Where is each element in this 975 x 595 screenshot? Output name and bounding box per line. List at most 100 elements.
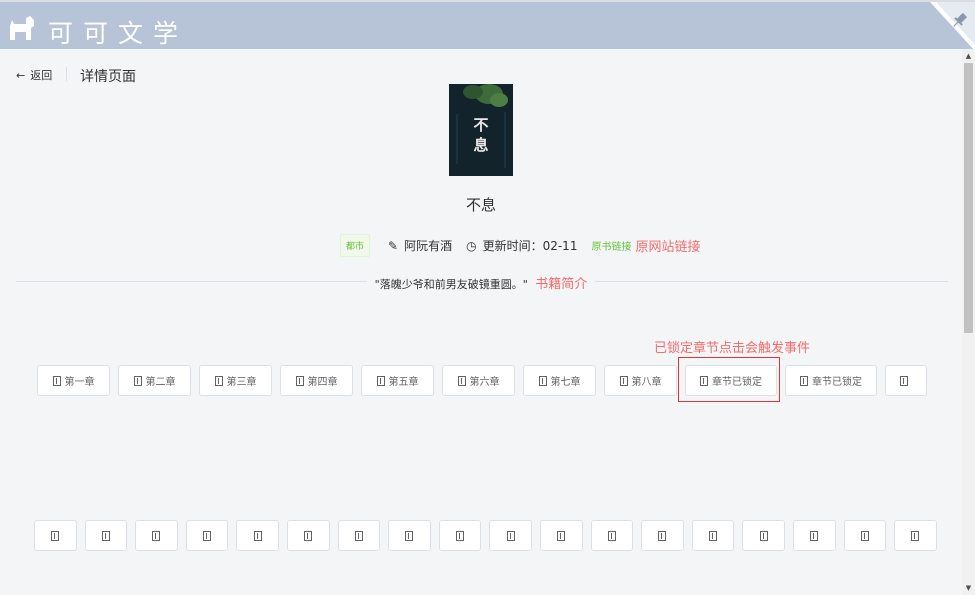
scroll-thumb[interactable]	[964, 63, 973, 333]
intro-annotation: 书籍简介	[535, 277, 588, 292]
chapter-button[interactable]: 第四章	[280, 365, 353, 396]
chapter-button[interactable]	[843, 520, 887, 551]
book-icon	[253, 530, 262, 541]
author-name: 阿阮有酒	[404, 239, 453, 253]
chapter-button[interactable]	[691, 520, 735, 551]
chapter-button[interactable]	[792, 520, 836, 551]
chapter-label: 章节已锁定	[712, 377, 762, 388]
book-icon	[52, 375, 61, 386]
chapter-button[interactable]: 第五章	[361, 365, 434, 396]
site-title[interactable]: 可可文学	[48, 14, 188, 50]
chapter-button[interactable]: 第一章	[37, 365, 110, 396]
cover-char-1: 不	[473, 116, 489, 134]
update-time: 更新时间：02-11	[482, 239, 578, 253]
book-icon	[900, 375, 908, 386]
pin-icon[interactable]	[930, 2, 975, 51]
chapter-list-more	[34, 520, 937, 551]
chapter-button[interactable]: 第三章	[199, 365, 272, 396]
book-icon	[456, 530, 465, 541]
chapter-list: 第一章 第二章 第三章 第四章 第五章 第六章 第七章 第八章 章节已锁定 章节…	[37, 365, 927, 396]
chapter-label: 第一章	[64, 377, 95, 388]
chapter-button[interactable]: 第七章	[523, 365, 596, 396]
chapter-label: 第四章	[307, 377, 338, 388]
book-icon	[405, 530, 414, 541]
book-meta: 都市 ✎ 阿阮有酒 ◷ 更新时间：02-11 原书链接 原网站链接	[340, 234, 700, 257]
book-icon	[506, 530, 515, 541]
original-link[interactable]: 原书链接	[591, 238, 631, 253]
chapter-label: 第五章	[388, 377, 419, 388]
detail-content: ← 返回 详情页面 不 息 不息 都市 ✎ 阿阮有酒 ◷ 更新时间：02-11 …	[0, 49, 962, 595]
book-icon	[658, 530, 667, 541]
chapter-button[interactable]: 第八章	[604, 365, 677, 396]
scroll-down-icon[interactable]: ▼	[964, 583, 973, 593]
book-icon	[203, 530, 212, 541]
book-icon	[557, 530, 566, 541]
book-title: 不息	[465, 196, 496, 214]
chapter-button[interactable]	[286, 520, 330, 551]
chapter-button[interactable]	[388, 520, 431, 551]
book-icon	[911, 530, 920, 541]
book-icon	[152, 530, 161, 541]
chapter-button[interactable]	[590, 520, 634, 551]
header-divider	[66, 67, 67, 81]
book-cover[interactable]: 不 息	[449, 84, 513, 176]
chapter-label: 第三章	[226, 377, 257, 388]
chapter-button[interactable]: 第二章	[118, 365, 191, 396]
chapter-button[interactable]	[885, 365, 927, 396]
book-icon	[607, 530, 616, 541]
book-icon	[860, 530, 869, 541]
chapter-button[interactable]	[185, 520, 229, 551]
intro-wrap: "落魄少爷和前男友破镜重圆。" 书籍简介	[0, 273, 962, 292]
chapter-label: 第二章	[145, 377, 176, 388]
chapter-button[interactable]	[34, 520, 77, 551]
book-icon	[101, 530, 110, 541]
chapter-button[interactable]	[337, 520, 381, 551]
book-icon	[51, 530, 60, 541]
book-icon	[800, 375, 808, 386]
chapter-button[interactable]	[894, 520, 937, 551]
book-icon	[354, 530, 363, 541]
chapter-button[interactable]	[539, 520, 583, 551]
back-label: 返回	[30, 69, 53, 82]
chapter-label: 第六章	[469, 377, 500, 388]
scroll-up-icon[interactable]: ▲	[964, 51, 973, 61]
chapter-button[interactable]	[438, 520, 482, 551]
chapter-label: 章节已锁定	[812, 377, 862, 388]
chapter-label: 第八章	[631, 377, 662, 388]
book-icon	[295, 375, 304, 386]
book-icon	[133, 375, 142, 386]
book-icon	[700, 375, 708, 386]
locked-annotation: 已锁定章节点击会触发事件	[654, 341, 811, 356]
book-icon	[538, 375, 547, 386]
pen-icon: ✎	[388, 238, 399, 253]
book-icon	[759, 530, 768, 541]
chapter-button[interactable]	[135, 520, 178, 551]
book-icon	[457, 375, 466, 386]
book-icon	[709, 530, 718, 541]
category-tag[interactable]: 都市	[340, 234, 371, 257]
book-icon	[376, 375, 385, 386]
book-intro: "落魄少爷和前男友破镜重圆。"	[374, 278, 528, 291]
chapter-button[interactable]	[84, 520, 128, 551]
locked-chapter-button[interactable]: 章节已锁定	[785, 365, 877, 396]
chapter-button[interactable]	[489, 520, 532, 551]
chapter-button[interactable]	[742, 520, 785, 551]
dog-icon[interactable]	[6, 12, 38, 44]
chapter-button[interactable]: 第六章	[442, 365, 515, 396]
chapter-button[interactable]	[236, 520, 279, 551]
app-header: 可可文学	[0, 0, 975, 51]
locked-chapter-button[interactable]: 章节已锁定	[685, 365, 777, 396]
page-title: 详情页面	[80, 69, 136, 85]
intro-box: "落魄少爷和前男友破镜重圆。" 书籍简介	[366, 273, 596, 292]
cover-char-2: 息	[473, 136, 489, 154]
book-icon	[214, 375, 223, 386]
chapter-button[interactable]	[641, 520, 684, 551]
original-link-annotation: 原网站链接	[635, 240, 701, 255]
back-button[interactable]: ← 返回	[16, 67, 52, 83]
vertical-scrollbar[interactable]: ▲ ▼	[962, 49, 975, 595]
arrow-left-icon: ←	[16, 68, 26, 82]
book-icon	[619, 375, 628, 386]
chapter-label: 第七章	[550, 377, 581, 388]
clock-icon: ◷	[466, 238, 477, 253]
book-icon	[810, 530, 819, 541]
